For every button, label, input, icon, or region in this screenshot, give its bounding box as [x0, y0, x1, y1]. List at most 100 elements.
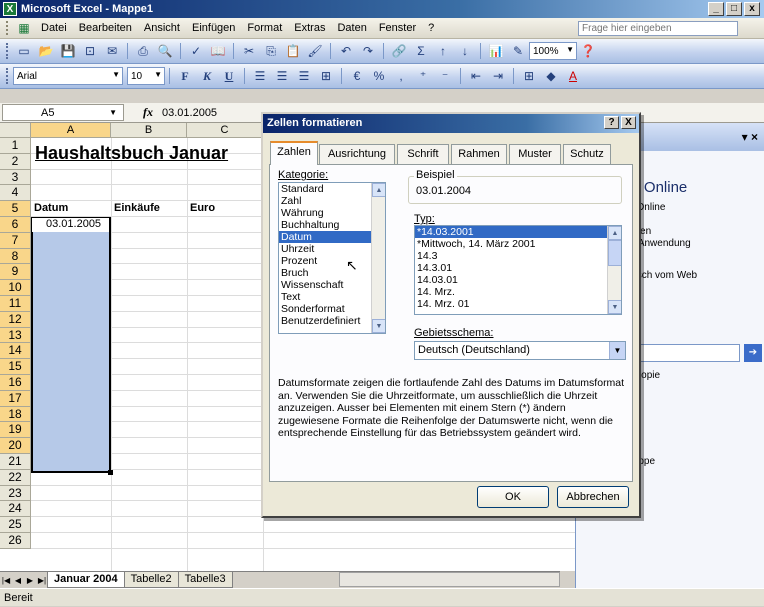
decrease-decimal-icon[interactable]: ⁻: [436, 67, 454, 85]
dialog-close-button[interactable]: X: [621, 116, 636, 129]
bold-button[interactable]: F: [176, 67, 194, 85]
menu-fenster[interactable]: Fenster: [373, 22, 422, 34]
category-item[interactable]: Wissenschaft: [279, 279, 385, 291]
sort-ascending-icon[interactable]: ↑: [434, 42, 452, 60]
arrow-right-icon[interactable]: ➔: [744, 344, 762, 362]
maximize-button[interactable]: □: [726, 2, 742, 16]
hyperlink-icon[interactable]: 🔗: [390, 42, 408, 60]
format-painter-icon[interactable]: 🖌: [306, 42, 324, 60]
print-preview-icon[interactable]: 🔍: [156, 42, 174, 60]
horizontal-scrollbar[interactable]: [339, 572, 560, 587]
category-item[interactable]: Sonderformat: [279, 303, 385, 315]
new-icon[interactable]: ▭: [15, 42, 33, 60]
font-size-select[interactable]: 10 ▼: [127, 67, 165, 85]
increase-indent-icon[interactable]: ⇥: [489, 67, 507, 85]
row-header[interactable]: 9: [0, 264, 31, 281]
scroll-down-icon[interactable]: ▼: [372, 319, 385, 333]
menu-daten[interactable]: Daten: [331, 22, 372, 34]
column-header-c[interactable]: C: [187, 123, 263, 138]
currency-icon[interactable]: €: [348, 67, 366, 85]
sheet-title-cell[interactable]: Haushaltsbuch Januar: [35, 143, 228, 164]
row-header[interactable]: 19: [0, 422, 31, 439]
column-header-b[interactable]: B: [111, 123, 187, 138]
save-icon[interactable]: 💾: [59, 42, 77, 60]
scroll-up-icon[interactable]: ▲: [608, 226, 621, 240]
tab-schutz[interactable]: Schutz: [563, 144, 611, 164]
borders-icon[interactable]: ⊞: [520, 67, 538, 85]
thousands-icon[interactable]: ,: [392, 67, 410, 85]
row-header[interactable]: 2: [0, 153, 31, 170]
category-item[interactable]: Uhrzeit: [279, 243, 385, 255]
row-header[interactable]: 17: [0, 390, 31, 407]
type-listbox[interactable]: *14.03.2001 *Mittwoch, 14. März 2001 14.3 1…: [414, 225, 622, 315]
help-icon[interactable]: ❓: [579, 42, 597, 60]
category-item[interactable]: Benutzerdefiniert: [279, 315, 385, 327]
header-einkaeufe[interactable]: Einkäufe: [114, 202, 160, 214]
sort-descending-icon[interactable]: ↓: [456, 42, 474, 60]
row-header[interactable]: 3: [0, 169, 31, 186]
menu-bearbeiten[interactable]: Bearbeiten: [73, 22, 138, 34]
italic-button[interactable]: K: [198, 67, 216, 85]
underline-button[interactable]: U: [220, 67, 238, 85]
menu-datei[interactable]: Datei: [35, 22, 73, 34]
tab-muster[interactable]: Muster: [509, 144, 561, 164]
type-item[interactable]: 14. Mrz. 01: [415, 298, 621, 310]
next-sheet-icon[interactable]: ▶: [24, 576, 36, 585]
row-header[interactable]: 6: [0, 217, 31, 233]
percent-icon[interactable]: %: [370, 67, 388, 85]
task-pane-menu-icon[interactable]: ▾ ×: [742, 123, 758, 151]
name-box[interactable]: A5 ▼: [2, 104, 124, 121]
row-header[interactable]: 25: [0, 517, 31, 533]
menu-ansicht[interactable]: Ansicht: [138, 22, 186, 34]
zoom-select[interactable]: 100% ▼: [529, 42, 577, 60]
undo-icon[interactable]: ↶: [337, 42, 355, 60]
row-header[interactable]: 1: [0, 138, 31, 154]
category-item[interactable]: Standard: [279, 183, 385, 195]
formula-input[interactable]: 03.01.2005: [162, 107, 217, 119]
tab-schrift[interactable]: Schrift: [397, 144, 449, 164]
row-header[interactable]: 12: [0, 311, 31, 328]
row-header[interactable]: 5: [0, 201, 31, 217]
type-item[interactable]: 14.3.01: [415, 262, 621, 274]
redo-icon[interactable]: ↷: [359, 42, 377, 60]
type-item[interactable]: 14.03.01: [415, 274, 621, 286]
row-header[interactable]: 23: [0, 485, 31, 502]
font-color-icon[interactable]: A: [564, 67, 582, 85]
font-name-select[interactable]: Arial ▼: [13, 67, 123, 85]
row-header[interactable]: 22: [0, 469, 31, 486]
locale-select[interactable]: Deutsch (Deutschland) ▼: [414, 341, 626, 360]
row-header[interactable]: 10: [0, 280, 31, 296]
menu-help[interactable]: ?: [422, 22, 440, 34]
prev-sheet-icon[interactable]: ◀: [12, 576, 24, 585]
fill-handle[interactable]: [108, 470, 113, 475]
cut-icon[interactable]: ✂: [240, 42, 258, 60]
selection-range[interactable]: [31, 217, 111, 473]
permission-icon[interactable]: ⊡: [81, 42, 99, 60]
type-item[interactable]: 14. Mrz.: [415, 286, 621, 298]
help-search-input[interactable]: [578, 21, 738, 36]
scroll-down-icon[interactable]: ▼: [608, 300, 621, 314]
chart-wizard-icon[interactable]: 📊: [487, 42, 505, 60]
cell-a5[interactable]: 03.01.2005: [46, 218, 101, 230]
open-icon[interactable]: 📂: [37, 42, 55, 60]
row-header[interactable]: 7: [0, 232, 31, 249]
minimize-button[interactable]: _: [708, 2, 724, 16]
category-item[interactable]: Buchhaltung: [279, 219, 385, 231]
row-header[interactable]: 13: [0, 327, 31, 344]
row-header[interactable]: 8: [0, 248, 31, 265]
ok-button[interactable]: OK: [477, 486, 549, 508]
dialog-help-button[interactable]: ?: [604, 116, 619, 129]
row-header[interactable]: 20: [0, 438, 31, 454]
copy-icon[interactable]: ⎘: [262, 42, 280, 60]
sheet-tab-januar-2004[interactable]: Januar 2004: [47, 572, 125, 588]
scroll-thumb[interactable]: [608, 240, 621, 266]
excel-doc-icon[interactable]: ▦: [15, 19, 33, 37]
merge-center-icon[interactable]: ⊞: [317, 67, 335, 85]
row-header[interactable]: 16: [0, 375, 31, 391]
menu-format[interactable]: Format: [241, 22, 288, 34]
row-header[interactable]: 14: [0, 343, 31, 360]
type-scrollbar[interactable]: ▲ ▼: [607, 226, 621, 314]
print-icon[interactable]: ⎙: [134, 42, 152, 60]
autosum-icon[interactable]: Σ: [412, 42, 430, 60]
type-item[interactable]: *14.03.2001: [415, 226, 621, 238]
